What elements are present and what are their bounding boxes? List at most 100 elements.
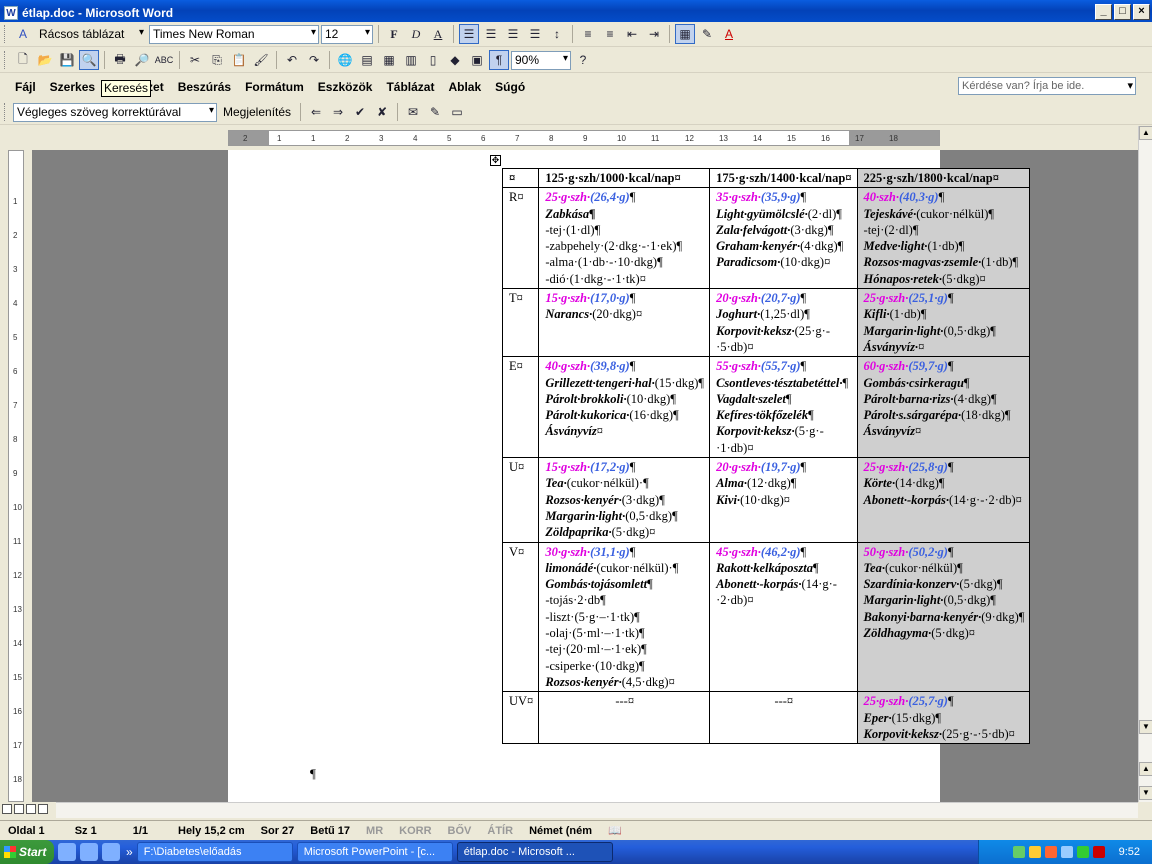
font-size-dropdown[interactable]: 12: [321, 24, 373, 44]
highlight-icon[interactable]: ✎: [697, 24, 717, 44]
numbering-icon[interactable]: ≡: [578, 24, 598, 44]
styles-pane-icon[interactable]: A: [13, 24, 33, 44]
menu-table[interactable]: Táblázat: [379, 78, 441, 96]
menu-help[interactable]: Súgó: [488, 78, 532, 96]
meal-cell[interactable]: 40·szh·(40,3·g)¶ Tejeskávé·(cukor·nélkül)…: [856, 187, 1031, 290]
web-view-icon[interactable]: [14, 804, 24, 814]
line-spacing-icon[interactable]: ↕: [547, 24, 567, 44]
clock[interactable]: 9:52: [1119, 846, 1140, 858]
close-button[interactable]: ×: [1133, 4, 1150, 20]
minimize-button[interactable]: _: [1095, 4, 1112, 20]
decrease-indent-icon[interactable]: ⇤: [622, 24, 642, 44]
horizontal-scrollbar[interactable]: [56, 802, 1138, 818]
toolbar-grip[interactable]: [4, 51, 7, 69]
day-cell[interactable]: V¤: [501, 541, 540, 693]
meal-cell[interactable]: 55·g·szh·(55,7·g)¶ Csontleves·tésztabetét…: [709, 356, 858, 459]
next-page-icon[interactable]: ▼: [1139, 786, 1152, 800]
quicklaunch-media-icon[interactable]: [80, 843, 98, 861]
task-powerpoint[interactable]: Microsoft PowerPoint - [c...: [296, 842, 453, 862]
cut-icon[interactable]: ✂: [185, 50, 205, 70]
menu-window[interactable]: Ablak: [441, 78, 488, 96]
align-left-icon[interactable]: ☰: [459, 24, 479, 44]
meal-cell[interactable]: 20·g·szh·(20,7·g)¶ Joghurt·(1,25·dl)¶ Korp…: [709, 288, 858, 358]
status-mr[interactable]: MR: [358, 825, 391, 837]
print-preview-icon[interactable]: 🔎: [132, 50, 152, 70]
normal-view-icon[interactable]: [2, 804, 12, 814]
header-cell[interactable]: ¤: [501, 167, 540, 189]
show-formatting-icon[interactable]: ¶: [489, 50, 509, 70]
task-explorer[interactable]: F:\Diabetes\előadás: [136, 842, 293, 862]
bullets-icon[interactable]: ≡: [600, 24, 620, 44]
italic-button[interactable]: D: [406, 24, 426, 44]
tray-icon[interactable]: [1092, 846, 1105, 858]
header-cell[interactable]: 125·g·szh/1000·kcal/nap¤: [538, 167, 711, 189]
display-for-review-dropdown[interactable]: Végleges szöveg korrektúrával: [13, 102, 217, 122]
help-icon[interactable]: ?: [573, 50, 593, 70]
previous-change-icon[interactable]: ⇐: [306, 102, 326, 122]
style-dropdown[interactable]: Rácsos táblázat: [35, 24, 147, 44]
vertical-ruler[interactable]: 1 2 3 4 5 6 7 8 9 10 11 12 13 14 15 16 17 18: [8, 150, 24, 802]
table-move-handle[interactable]: ✥: [490, 155, 501, 166]
status-language[interactable]: Német (ném: [521, 825, 600, 837]
meal-cell[interactable]: 15·g·szh·(17,2·g)¶ Tea·(cukor·nélkül)·¶ Ro…: [538, 457, 711, 543]
day-cell[interactable]: U¤: [501, 457, 540, 543]
outline-view-icon[interactable]: [38, 804, 48, 814]
insert-table-icon[interactable]: ▦: [379, 50, 399, 70]
accept-change-icon[interactable]: ✔: [350, 102, 370, 122]
tray-icon[interactable]: [1076, 846, 1089, 858]
status-atir[interactable]: ÁTÍR: [479, 825, 521, 837]
prev-page-icon[interactable]: ▲: [1139, 762, 1152, 776]
align-right-icon[interactable]: ☰: [503, 24, 523, 44]
paste-icon[interactable]: 📋: [229, 50, 249, 70]
reject-change-icon[interactable]: ✘: [372, 102, 392, 122]
toolbar-grip[interactable]: [4, 25, 7, 43]
header-cell[interactable]: 175·g·szh/1400·kcal/nap¤: [709, 167, 858, 189]
start-button[interactable]: Start: [0, 840, 54, 864]
maximize-button[interactable]: □: [1114, 4, 1131, 20]
horizontal-ruler[interactable]: 2 1 1 2 3 4 5 6 7 8 9 10 11 12 13 14 15 16 17 18: [228, 130, 940, 146]
menu-tools[interactable]: Eszközök: [311, 78, 380, 96]
spelling-icon[interactable]: ABC: [154, 50, 174, 70]
ask-question-box[interactable]: Kérdése van? Írja be ide.: [958, 77, 1136, 95]
quicklaunch-ie-icon[interactable]: [102, 843, 120, 861]
tables-borders-icon[interactable]: ▤: [357, 50, 377, 70]
excel-icon[interactable]: ▥: [401, 50, 421, 70]
scroll-down-icon[interactable]: ▼: [1139, 720, 1152, 734]
quicklaunch-desktop-icon[interactable]: [58, 843, 76, 861]
vertical-scrollbar[interactable]: ▲ ▼ ▲ ▼: [1138, 126, 1152, 802]
status-korr[interactable]: KORR: [391, 825, 439, 837]
meal-cell[interactable]: ---¤: [538, 691, 711, 745]
align-center-icon[interactable]: ☰: [481, 24, 501, 44]
scroll-up-icon[interactable]: ▲: [1139, 126, 1152, 140]
spelling-status-icon[interactable]: 📖: [600, 824, 630, 837]
meal-cell[interactable]: 35·g·szh·(35,9·g)¶ Light·gyümölcslé·(2·dl…: [709, 187, 858, 290]
header-cell[interactable]: 225·g·szh/1800·kcal/nap¤: [856, 167, 1031, 189]
menu-insert[interactable]: Beszúrás: [171, 78, 238, 96]
document-page[interactable]: ✥ ¤ 125·g·szh/1000·kcal/nap¤ 175·g·szh/1…: [228, 150, 1031, 802]
day-cell[interactable]: R¤: [501, 187, 540, 290]
save-icon[interactable]: 💾: [57, 50, 77, 70]
day-cell[interactable]: E¤: [501, 356, 540, 459]
meal-cell[interactable]: 30·g·szh·(31,1·g)¶ limonádé·(cukor·nélkül…: [538, 541, 711, 693]
meal-cell[interactable]: 15·g·szh·(17,0·g)¶ Narancs·(20·dkg)¤: [538, 288, 711, 358]
undo-icon[interactable]: ↶: [282, 50, 302, 70]
document-map-icon[interactable]: ▣: [467, 50, 487, 70]
tray-icon[interactable]: [1060, 846, 1073, 858]
meal-cell[interactable]: 20·g·szh·(19,7·g)¶ Alma·(12·dkg)¶ Kivi·(10…: [709, 457, 858, 543]
tray-icon[interactable]: [1044, 846, 1057, 858]
day-cell[interactable]: T¤: [501, 288, 540, 358]
day-cell[interactable]: UV¤: [501, 691, 540, 745]
meal-cell[interactable]: ---¤: [709, 691, 858, 745]
meal-cell[interactable]: 60·g·szh·(59,7·g)¶ Gombás·csirkeragu¶ Páro…: [856, 356, 1031, 459]
next-change-icon[interactable]: ⇒: [328, 102, 348, 122]
underline-button[interactable]: A: [428, 24, 448, 44]
meal-cell[interactable]: 25·g·szh·(25,7·g)¶ Eper·(15·dkg)¶ Korpovit…: [856, 691, 1031, 745]
bold-button[interactable]: F: [384, 24, 404, 44]
format-painter-icon[interactable]: 🖌: [251, 50, 271, 70]
font-color-icon[interactable]: A: [719, 24, 739, 44]
meal-cell[interactable]: 25·g·szh·(25,1·g)¶ Kifli·(1·db)¶ Margarin·…: [856, 288, 1031, 358]
increase-indent-icon[interactable]: ⇥: [644, 24, 664, 44]
redo-icon[interactable]: ↷: [304, 50, 324, 70]
tray-icon[interactable]: [1028, 846, 1041, 858]
menu-file[interactable]: Fájl: [8, 78, 43, 96]
